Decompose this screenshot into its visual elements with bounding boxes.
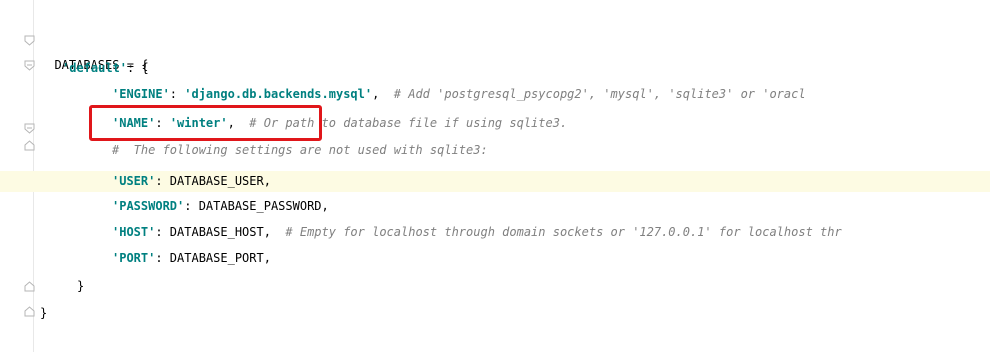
dict-key: 'USER' [112,174,156,188]
dict-key: 'PORT' [112,251,156,265]
code-comment: # Add 'postgresql_psycopg2', 'mysql', 's… [393,87,806,101]
code-text: : { [127,61,149,75]
fold-close-icon[interactable] [24,140,35,151]
code-line[interactable]: } [77,275,84,297]
code-text: , [372,87,394,101]
string-value: 'django.db.backends.mysql' [184,87,373,101]
fold-open-icon[interactable] [24,35,35,46]
code-line[interactable]: 'USER': DATABASE_USER, [112,170,271,192]
code-line[interactable]: } [40,302,47,324]
fold-close-icon[interactable] [24,281,35,292]
code-line[interactable]: 'PASSWORD': DATABASE_PASSWORD, [112,195,329,217]
code-text: } [77,279,85,293]
code-line[interactable]: 'ENGINE': 'django.db.backends.mysql', # … [112,83,806,105]
code-line[interactable]: 'default': { [62,57,149,79]
fold-open-icon[interactable] [24,60,35,71]
code-text: : [169,87,185,101]
code-text: : DATABASE_HOST, [155,225,286,239]
code-line[interactable]: # The following settings are not used wi… [112,139,488,161]
code-line[interactable]: 'PORT': DATABASE_PORT, [112,247,271,269]
fold-close-icon[interactable] [24,306,35,317]
dict-key: 'default' [62,61,128,75]
fold-open-icon[interactable] [24,123,35,134]
code-text: : DATABASE_PASSWORD, [184,199,329,213]
code-line[interactable]: DATABASES = { [40,32,148,72]
code-comment: # The following settings are not used wi… [112,143,488,157]
dict-key: 'HOST' [112,225,156,239]
code-text: } [40,306,48,320]
code-text: : DATABASE_USER, [155,174,271,188]
dict-key: 'ENGINE' [112,87,170,101]
code-text: : DATABASE_PORT, [155,251,271,265]
annotation-highlight-box [89,105,322,141]
dict-key: 'PASSWORD' [112,199,185,213]
code-comment: # Empty for localhost through domain soc… [285,225,842,239]
code-line[interactable]: 'HOST': DATABASE_HOST, # Empty for local… [112,221,842,243]
